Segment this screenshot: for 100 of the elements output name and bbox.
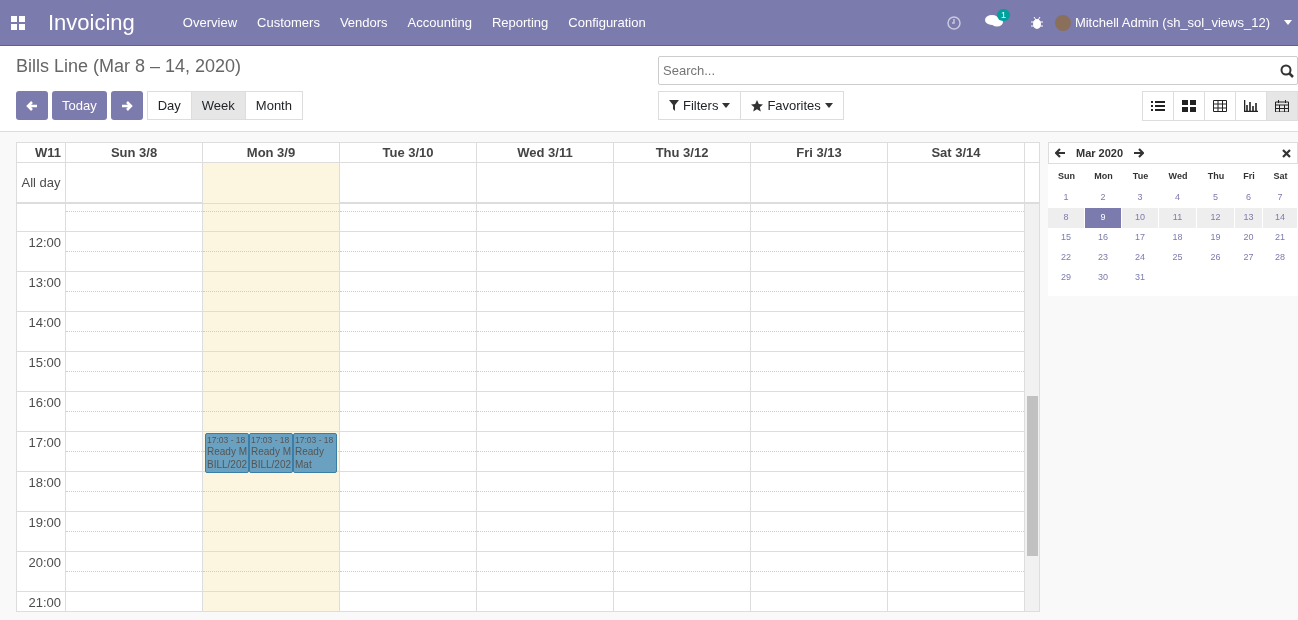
date-cell[interactable]: 1 bbox=[1048, 188, 1084, 208]
date-cell[interactable]: 4 bbox=[1159, 188, 1196, 208]
date-cell[interactable]: 30 bbox=[1085, 268, 1121, 288]
previous-button[interactable] bbox=[16, 91, 48, 120]
scale-tab[interactable]: Week bbox=[190, 91, 246, 120]
today-button[interactable]: Today bbox=[52, 91, 107, 120]
clock-icon[interactable] bbox=[946, 15, 961, 30]
date-cell[interactable]: 31 bbox=[1122, 268, 1158, 288]
filters-dropdown[interactable]: Filters bbox=[658, 91, 742, 120]
next-button[interactable] bbox=[110, 91, 143, 120]
date-cell[interactable]: 22 bbox=[1048, 248, 1084, 268]
menu-item[interactable]: Accounting bbox=[397, 15, 482, 30]
favorites-dropdown[interactable]: Favorites bbox=[740, 91, 844, 120]
scale-tab[interactable]: Day bbox=[146, 91, 192, 120]
scale-tab[interactable]: Month bbox=[244, 91, 303, 120]
caret-icon[interactable] bbox=[1284, 20, 1292, 25]
date-cell[interactable]: 29 bbox=[1048, 268, 1084, 288]
date-cell[interactable]: 12 bbox=[1197, 208, 1234, 228]
date-cell[interactable]: 24 bbox=[1122, 248, 1158, 268]
time-label: 17:00 bbox=[17, 432, 65, 472]
time-label: 12:00 bbox=[17, 232, 65, 272]
weekday-label: Thu bbox=[1206, 170, 1226, 183]
day-header: Wed 3/11 bbox=[477, 143, 614, 162]
time-label: 20:00 bbox=[17, 552, 65, 592]
app-name: Invoicing bbox=[48, 9, 135, 36]
date-cell[interactable]: 25 bbox=[1159, 248, 1196, 268]
date-cell[interactable]: 10 bbox=[1122, 208, 1158, 228]
date-cell[interactable]: 11 bbox=[1159, 208, 1196, 228]
weekday-label: Sun bbox=[1057, 170, 1076, 183]
user-menu[interactable]: Mitchell Admin (sh_sol_views_12) bbox=[1074, 15, 1270, 30]
close-icon[interactable] bbox=[1282, 148, 1291, 158]
calendar-event[interactable]: 17:03 - 18 Ready M BILL/202 bbox=[205, 433, 249, 473]
weekday-label: Mon bbox=[1093, 170, 1114, 183]
pivot-view-button[interactable] bbox=[1204, 91, 1236, 121]
message-count-badge: 1 bbox=[996, 9, 1010, 21]
list-view-button[interactable] bbox=[1142, 91, 1174, 121]
date-cell[interactable]: 14 bbox=[1263, 208, 1297, 228]
day-header: Tue 3/10 bbox=[340, 143, 477, 162]
menu-item[interactable]: Reporting bbox=[481, 15, 559, 30]
day-header: Mon 3/9 bbox=[203, 143, 340, 162]
search-icon[interactable] bbox=[1280, 64, 1294, 78]
weekday-label: Tue bbox=[1131, 170, 1150, 183]
month-title: Mar 2020 bbox=[1076, 147, 1124, 159]
week-number: W11 bbox=[17, 143, 66, 162]
chat-icon[interactable] bbox=[984, 14, 1003, 28]
date-cell[interactable]: 27 bbox=[1235, 248, 1262, 268]
time-label: 19:00 bbox=[17, 512, 65, 552]
date-cell[interactable]: 19 bbox=[1197, 228, 1234, 248]
date-cell[interactable]: 6 bbox=[1235, 188, 1262, 208]
all-day-cell[interactable] bbox=[203, 163, 340, 203]
date-cell[interactable]: 20 bbox=[1235, 228, 1262, 248]
date-cell[interactable]: 23 bbox=[1085, 248, 1121, 268]
date-cell[interactable]: 26 bbox=[1197, 248, 1234, 268]
filter-icon bbox=[669, 100, 679, 111]
caret-icon bbox=[722, 103, 731, 108]
arrow-right-icon[interactable] bbox=[1133, 148, 1145, 158]
date-cell[interactable]: 5 bbox=[1197, 188, 1234, 208]
menu-item[interactable]: Configuration bbox=[558, 15, 656, 30]
apps-menu-icon[interactable] bbox=[10, 14, 26, 31]
graph-view-button[interactable] bbox=[1235, 91, 1267, 121]
star-icon bbox=[751, 99, 764, 112]
date-cell[interactable]: 18 bbox=[1159, 228, 1196, 248]
calendar-event[interactable]: 17:03 - 18 Ready M BILL/202 bbox=[249, 433, 293, 473]
date-cell[interactable]: 21 bbox=[1263, 228, 1297, 248]
arrow-left-icon[interactable] bbox=[1055, 148, 1066, 158]
date-cell[interactable]: 15 bbox=[1048, 228, 1084, 248]
date-cell[interactable]: 28 bbox=[1263, 248, 1297, 268]
menu-item[interactable]: Vendors bbox=[329, 15, 398, 30]
menu-item[interactable]: Customers bbox=[247, 15, 330, 30]
time-label: 13:00 bbox=[17, 272, 65, 312]
list-icon bbox=[1151, 100, 1165, 112]
weekday-label: Wed bbox=[1167, 170, 1189, 183]
weekday-label: Sat bbox=[1272, 170, 1289, 183]
date-cell[interactable]: 16 bbox=[1085, 228, 1121, 248]
bug-icon[interactable] bbox=[1030, 15, 1043, 30]
pivot-icon bbox=[1213, 100, 1227, 112]
all-day-label: All day bbox=[17, 163, 66, 203]
menu-item[interactable]: Overview bbox=[172, 15, 248, 30]
calendar-view-button[interactable] bbox=[1266, 91, 1298, 121]
date-cell[interactable]: 8 bbox=[1048, 208, 1084, 228]
kanban-view-button[interactable] bbox=[1173, 91, 1205, 121]
date-cell[interactable]: 7 bbox=[1263, 188, 1297, 208]
scrollbar[interactable] bbox=[1025, 204, 1039, 611]
date-cell[interactable]: 2 bbox=[1085, 188, 1121, 208]
caret-icon bbox=[824, 103, 833, 108]
time-label: 16:00 bbox=[17, 392, 65, 432]
date-cell[interactable]: 3 bbox=[1122, 188, 1158, 208]
arrow-right-icon bbox=[120, 99, 133, 112]
graph-icon bbox=[1244, 100, 1258, 112]
search-field[interactable]: Search... bbox=[658, 56, 1298, 85]
page-title: Bills Line (Mar 8 – 14, 2020) bbox=[16, 56, 243, 78]
day-header: Fri 3/13 bbox=[751, 143, 888, 162]
time-label: 21:00 bbox=[17, 592, 65, 611]
calendar-event[interactable]: 17:03 - 18 Ready Mat bbox=[293, 433, 337, 473]
date-cell[interactable]: 17 bbox=[1122, 228, 1158, 248]
time-label: 18:00 bbox=[17, 472, 65, 512]
date-cell[interactable]: 9 bbox=[1085, 208, 1121, 228]
date-cell[interactable]: 13 bbox=[1235, 208, 1262, 228]
day-header: Sat 3/14 bbox=[888, 143, 1025, 162]
day-header: Sun 3/8 bbox=[66, 143, 203, 162]
